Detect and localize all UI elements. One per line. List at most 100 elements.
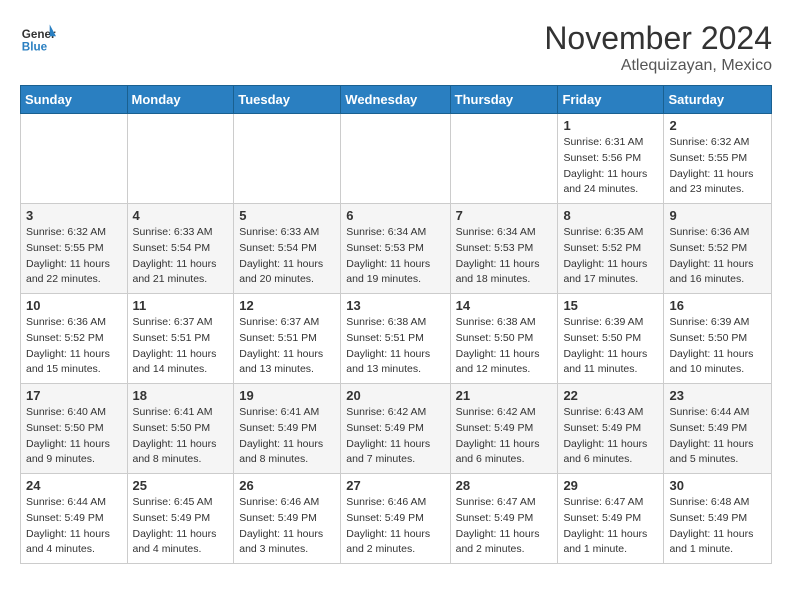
calendar-cell: 10Sunrise: 6:36 AMSunset: 5:52 PMDayligh… (21, 294, 128, 384)
day-number: 5 (239, 208, 335, 223)
day-number: 2 (669, 118, 766, 133)
day-info: Sunrise: 6:33 AMSunset: 5:54 PMDaylight:… (239, 225, 335, 288)
day-number: 3 (26, 208, 122, 223)
day-info: Sunrise: 6:44 AMSunset: 5:49 PMDaylight:… (669, 405, 766, 468)
calendar-cell: 20 Sunrise: 6:42 AMSunset: 5:49 PMDayligh… (341, 384, 450, 474)
calendar-cell: 29Sunrise: 6:47 AMSunset: 5:49 PMDayligh… (558, 474, 664, 564)
calendar-cell: 3Sunrise: 6:32 AMSunset: 5:55 PMDaylight… (21, 204, 128, 294)
day-info: Sunrise: 6:38 AMSunset: 5:51 PMDaylight:… (346, 315, 444, 378)
day-info: Sunrise: 6:45 AMSunset: 5:49 PMDaylight:… (133, 495, 229, 558)
day-info: Sunrise: 6:47 AMSunset: 5:49 PMDaylight:… (456, 495, 553, 558)
day-info: Sunrise: 6:43 AMSunset: 5:49 PMDaylight:… (563, 405, 658, 468)
day-info: Sunrise: 6:36 AMSunset: 5:52 PMDaylight:… (669, 225, 766, 288)
day-info: Sunrise: 6:41 AMSunset: 5:50 PMDaylight:… (133, 405, 229, 468)
calendar-cell: 12Sunrise: 6:37 AMSunset: 5:51 PMDayligh… (234, 294, 341, 384)
title-block: November 2024 Atlequizayan, Mexico (544, 20, 772, 75)
day-info: Sunrise: 6:42 AMSunset: 5:49 PMDaylight:… (456, 405, 553, 468)
day-number: 18 (133, 388, 229, 403)
calendar-week-row: 24 Sunrise: 6:44 AMSunset: 5:49 PMDayligh… (21, 474, 772, 564)
day-number: 27 (346, 478, 444, 493)
day-number: 20 (346, 388, 444, 403)
calendar-cell: 16 Sunrise: 6:39 AMSunset: 5:50 PMDayligh… (664, 294, 772, 384)
day-info: Sunrise: 6:39 AMSunset: 5:50 PMDaylight:… (669, 315, 766, 378)
calendar-cell: 5 Sunrise: 6:33 AMSunset: 5:54 PMDaylight… (234, 204, 341, 294)
calendar-cell: 18 Sunrise: 6:41 AMSunset: 5:50 PMDayligh… (127, 384, 234, 474)
day-number: 9 (669, 208, 766, 223)
day-info: Sunrise: 6:35 AMSunset: 5:52 PMDaylight:… (563, 225, 658, 288)
day-number: 8 (563, 208, 658, 223)
day-number: 21 (456, 388, 553, 403)
calendar-cell: 21 Sunrise: 6:42 AMSunset: 5:49 PMDayligh… (450, 384, 558, 474)
month-title: November 2024 (544, 20, 772, 57)
calendar-cell: 22Sunrise: 6:43 AMSunset: 5:49 PMDayligh… (558, 384, 664, 474)
weekday-header: Tuesday (234, 86, 341, 114)
calendar-cell: 4 Sunrise: 6:33 AMSunset: 5:54 PMDaylight… (127, 204, 234, 294)
day-info: Sunrise: 6:38 AMSunset: 5:50 PMDaylight:… (456, 315, 553, 378)
calendar-cell (450, 114, 558, 204)
day-number: 13 (346, 298, 444, 313)
day-number: 16 (669, 298, 766, 313)
day-number: 7 (456, 208, 553, 223)
calendar-cell: 26Sunrise: 6:46 AMSunset: 5:49 PMDayligh… (234, 474, 341, 564)
day-number: 19 (239, 388, 335, 403)
day-info: Sunrise: 6:46 AMSunset: 5:49 PMDaylight:… (346, 495, 444, 558)
page-header: General Blue November 2024 Atlequizayan,… (20, 20, 772, 75)
day-info: Sunrise: 6:34 AMSunset: 5:53 PMDaylight:… (346, 225, 444, 288)
calendar-header-row: SundayMondayTuesdayWednesdayThursdayFrid… (21, 86, 772, 114)
day-info: Sunrise: 6:37 AMSunset: 5:51 PMDaylight:… (133, 315, 229, 378)
calendar-cell: 28 Sunrise: 6:47 AMSunset: 5:49 PMDayligh… (450, 474, 558, 564)
day-info: Sunrise: 6:46 AMSunset: 5:49 PMDaylight:… (239, 495, 335, 558)
calendar-cell: 1Sunrise: 6:31 AMSunset: 5:56 PMDaylight… (558, 114, 664, 204)
day-info: Sunrise: 6:39 AMSunset: 5:50 PMDaylight:… (563, 315, 658, 378)
calendar-cell: 23 Sunrise: 6:44 AMSunset: 5:49 PMDayligh… (664, 384, 772, 474)
day-number: 25 (133, 478, 229, 493)
calendar-cell: 15 Sunrise: 6:39 AMSunset: 5:50 PMDayligh… (558, 294, 664, 384)
day-number: 17 (26, 388, 122, 403)
day-number: 14 (456, 298, 553, 313)
calendar-cell: 14 Sunrise: 6:38 AMSunset: 5:50 PMDayligh… (450, 294, 558, 384)
weekday-header: Thursday (450, 86, 558, 114)
weekday-header: Wednesday (341, 86, 450, 114)
day-number: 11 (133, 298, 229, 313)
weekday-header: Monday (127, 86, 234, 114)
calendar-cell: 30Sunrise: 6:48 AMSunset: 5:49 PMDayligh… (664, 474, 772, 564)
day-info: Sunrise: 6:33 AMSunset: 5:54 PMDaylight:… (133, 225, 229, 288)
svg-text:Blue: Blue (22, 41, 48, 54)
calendar-cell: 9 Sunrise: 6:36 AMSunset: 5:52 PMDaylight… (664, 204, 772, 294)
day-number: 30 (669, 478, 766, 493)
calendar-week-row: 10Sunrise: 6:36 AMSunset: 5:52 PMDayligh… (21, 294, 772, 384)
weekday-header: Sunday (21, 86, 128, 114)
calendar-cell (234, 114, 341, 204)
weekday-header: Saturday (664, 86, 772, 114)
calendar-cell (341, 114, 450, 204)
calendar-week-row: 17 Sunrise: 6:40 AMSunset: 5:50 PMDayligh… (21, 384, 772, 474)
location: Atlequizayan, Mexico (544, 57, 772, 75)
calendar-cell: 13 Sunrise: 6:38 AMSunset: 5:51 PMDayligh… (341, 294, 450, 384)
day-info: Sunrise: 6:31 AMSunset: 5:56 PMDaylight:… (563, 135, 658, 198)
calendar-cell: 7 Sunrise: 6:34 AMSunset: 5:53 PMDaylight… (450, 204, 558, 294)
logo-icon: General Blue (20, 20, 56, 56)
day-info: Sunrise: 6:36 AMSunset: 5:52 PMDaylight:… (26, 315, 122, 378)
calendar-cell: 6Sunrise: 6:34 AMSunset: 5:53 PMDaylight… (341, 204, 450, 294)
calendar-cell: 25 Sunrise: 6:45 AMSunset: 5:49 PMDayligh… (127, 474, 234, 564)
day-number: 29 (563, 478, 658, 493)
day-number: 23 (669, 388, 766, 403)
day-info: Sunrise: 6:42 AMSunset: 5:49 PMDaylight:… (346, 405, 444, 468)
calendar-body: 1Sunrise: 6:31 AMSunset: 5:56 PMDaylight… (21, 114, 772, 564)
calendar-cell: 17 Sunrise: 6:40 AMSunset: 5:50 PMDayligh… (21, 384, 128, 474)
day-number: 4 (133, 208, 229, 223)
day-number: 15 (563, 298, 658, 313)
calendar-cell: 8 Sunrise: 6:35 AMSunset: 5:52 PMDaylight… (558, 204, 664, 294)
day-info: Sunrise: 6:34 AMSunset: 5:53 PMDaylight:… (456, 225, 553, 288)
day-number: 12 (239, 298, 335, 313)
day-info: Sunrise: 6:40 AMSunset: 5:50 PMDaylight:… (26, 405, 122, 468)
calendar-cell: 11 Sunrise: 6:37 AMSunset: 5:51 PMDayligh… (127, 294, 234, 384)
day-info: Sunrise: 6:32 AMSunset: 5:55 PMDaylight:… (669, 135, 766, 198)
day-number: 24 (26, 478, 122, 493)
calendar-cell: 27 Sunrise: 6:46 AMSunset: 5:49 PMDayligh… (341, 474, 450, 564)
day-number: 28 (456, 478, 553, 493)
day-info: Sunrise: 6:44 AMSunset: 5:49 PMDaylight:… (26, 495, 122, 558)
calendar-week-row: 3Sunrise: 6:32 AMSunset: 5:55 PMDaylight… (21, 204, 772, 294)
weekday-header: Friday (558, 86, 664, 114)
calendar-table: SundayMondayTuesdayWednesdayThursdayFrid… (20, 85, 772, 564)
